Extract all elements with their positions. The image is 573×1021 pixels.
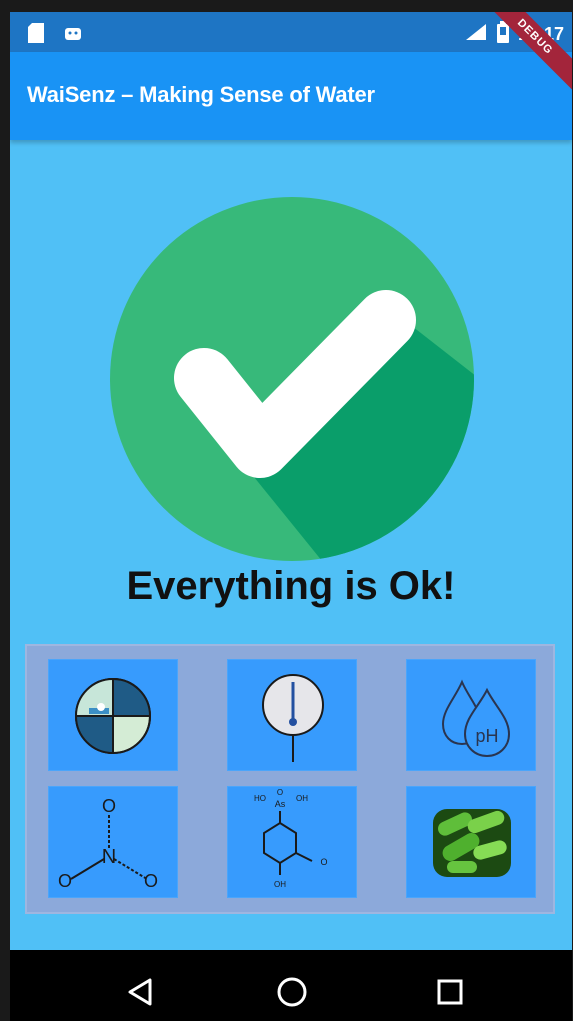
tile-temperature[interactable] [227,659,357,771]
navigation-bar [10,950,572,1021]
arsenic-label-bottom-oh: OH [274,880,286,889]
tile-nitrate[interactable]: O N O O [48,786,178,898]
nitrate-atom-left: O [58,871,72,891]
tile-bacteria[interactable] [406,786,536,898]
nitrate-atom-top: O [102,796,116,816]
app-title: WaiSenz – Making Sense of Water [27,82,375,107]
recents-icon[interactable] [430,972,470,1012]
tile-ph[interactable]: pH [406,659,536,771]
ph-drops-icon: pH [441,679,511,758]
bacteria-icon [433,809,511,877]
thermometer-icon [262,674,324,762]
arsenic-label-ho: HO [254,794,266,803]
tile-arsenic[interactable]: As HO OH O O OH [227,786,357,898]
signal-icon [464,22,488,47]
arsenic-molecule-icon: As HO OH O O OH [254,788,328,889]
app-screen: 12:17 WaiSenz – Making Sense of Water DE… [10,12,572,1021]
tile-turbidity[interactable] [48,659,178,771]
back-icon[interactable] [120,972,160,1012]
arsenic-label-o: O [277,788,283,797]
app-bar: WaiSenz – Making Sense of Water [10,52,572,140]
arsenic-label-no2: O [320,857,327,867]
nitrate-molecule-icon: O N O O [58,796,158,891]
status-message: Everything is Ok! [126,564,456,608]
status-bar: 12:17 [10,12,572,52]
home-icon[interactable] [272,972,312,1012]
turbidity-icon [75,678,151,754]
android-icon [64,23,82,48]
arsenic-atom: As [275,799,286,809]
sensor-grid: pH O N O O As HO OH O O OH [25,644,555,914]
ph-label: pH [475,726,498,746]
nitrate-atom-center: N [102,846,116,868]
check-circle-icon [110,197,474,561]
arsenic-label-oh: OH [296,794,308,803]
nitrate-atom-right: O [144,871,158,891]
sd-card-icon [28,23,44,48]
